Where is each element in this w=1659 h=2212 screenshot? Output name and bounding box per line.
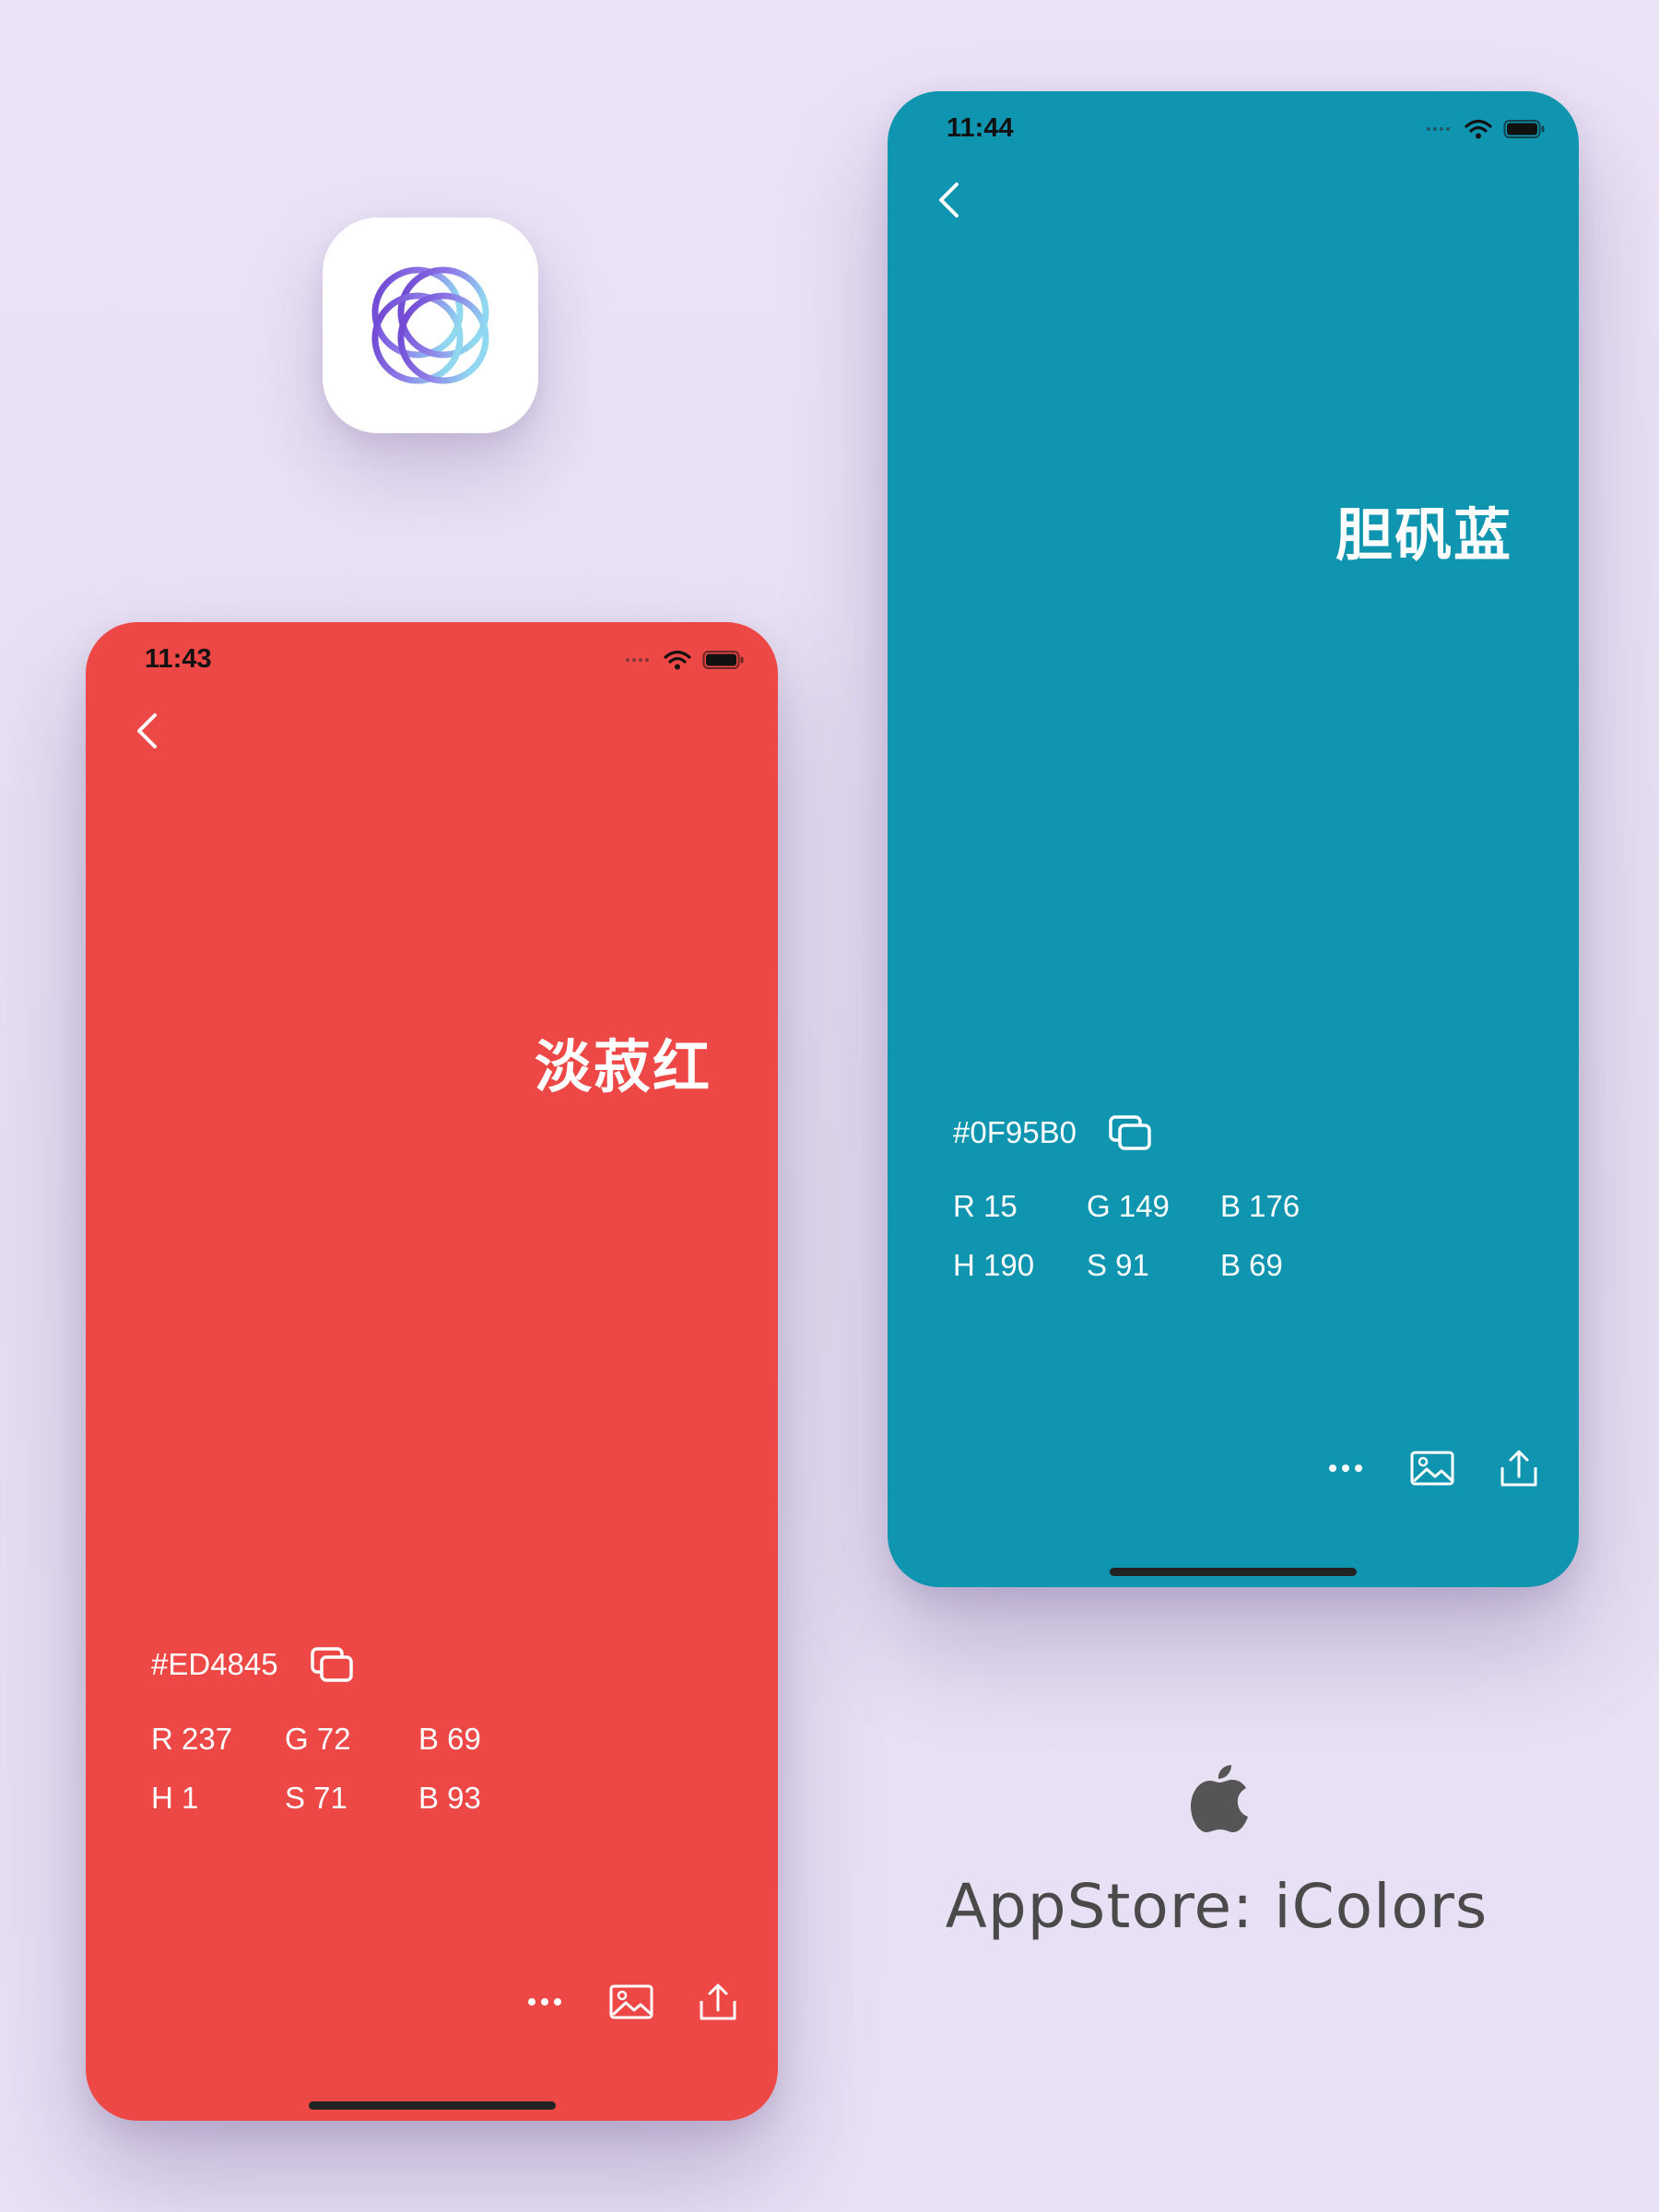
phone-screen-blue: 11:44 胆矾蓝 #0F95B0 R 15 G 149 B 176 H 190… [888,91,1579,1587]
more-icon[interactable] [524,1982,566,2022]
wifi-icon [1465,119,1492,139]
rgb-r: R 15 [953,1189,1018,1223]
rgb-g: G 72 [285,1722,351,1756]
image-icon[interactable] [608,1982,654,2022]
more-icon[interactable] [1324,1448,1367,1488]
battery-icon [702,651,744,669]
bottom-toolbar [524,1982,739,2022]
color-values: R 15 G 149 B 176 H 190 S 91 B 69 [953,1177,1354,1295]
rgb-r: R 237 [151,1722,233,1756]
hsb-row: H 1 S 71 B 93 [151,1769,552,1828]
rgb-g: G 149 [1087,1189,1170,1223]
home-indicator[interactable] [1110,1568,1357,1576]
color-name: 胆矾蓝 [1335,501,1512,569]
rgb-row: R 237 G 72 B 69 [151,1710,552,1769]
overlapping-rings-logo-icon [371,266,489,384]
hsb-s: S 91 [1087,1248,1149,1282]
hsb-h: H 1 [151,1781,199,1815]
status-icons [626,650,745,670]
share-icon[interactable] [697,1982,739,2022]
back-chevron-icon[interactable] [130,710,167,752]
hex-value: #0F95B0 [953,1115,1077,1149]
signal-icon [1427,127,1450,131]
share-icon[interactable] [1498,1448,1540,1488]
bottom-toolbar [1324,1448,1540,1488]
hsb-b: B 69 [1220,1248,1283,1282]
color-name: 淡菽红 [534,1033,712,1100]
hex-row: #ED4845 [151,1646,354,1683]
app-icon [323,218,538,433]
signal-icon [626,658,649,662]
phone-screen-red: 11:43 淡菽红 #ED4845 R 237 G 72 B 69 H 1 S … [86,622,778,2121]
hex-value: #ED4845 [151,1647,278,1681]
copy-icon[interactable] [1108,1114,1152,1151]
battery-icon [1503,120,1545,138]
hsb-row: H 190 S 91 B 69 [953,1236,1354,1295]
back-chevron-icon[interactable] [932,179,969,221]
apple-logo-icon [1191,1765,1248,1832]
appstore-label: AppStore: iColors [945,1871,1488,1942]
color-values: R 237 G 72 B 69 H 1 S 71 B 93 [151,1710,552,1828]
hsb-b: B 93 [418,1781,481,1815]
status-icons [1427,119,1546,139]
home-indicator[interactable] [308,2101,556,2110]
status-time: 11:44 [947,113,1014,143]
hex-row: #0F95B0 [953,1114,1152,1151]
rgb-b: B 176 [1220,1189,1300,1223]
hsb-s: S 71 [285,1781,347,1815]
wifi-icon [664,650,691,670]
copy-icon[interactable] [310,1646,354,1683]
hsb-h: H 190 [953,1248,1035,1282]
rgb-b: B 69 [418,1722,481,1756]
rgb-row: R 15 G 149 B 176 [953,1177,1354,1236]
image-icon[interactable] [1409,1448,1455,1488]
status-time: 11:43 [145,644,212,674]
